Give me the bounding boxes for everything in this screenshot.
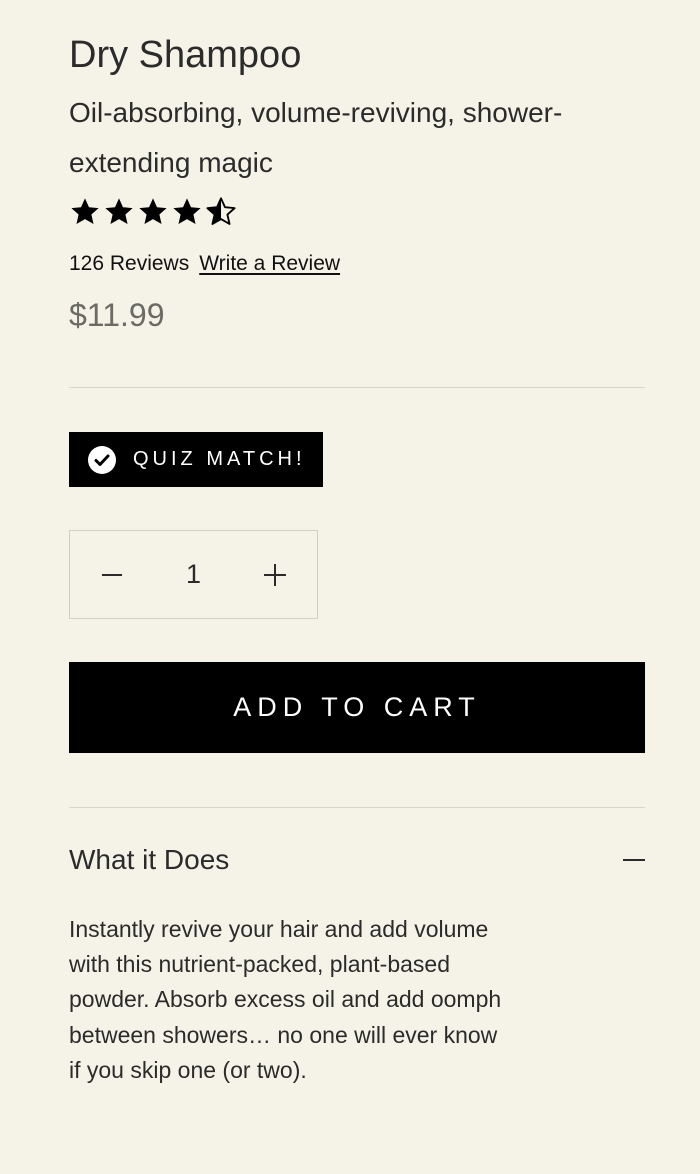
star-half-icon	[206, 197, 236, 225]
rating-stars[interactable]	[69, 196, 237, 228]
quantity-stepper: 1	[69, 530, 318, 619]
plus-icon	[264, 563, 286, 586]
reviews-row: 126 Reviews Write a Review	[69, 250, 340, 278]
product-price: $11.99	[69, 297, 165, 333]
accordion-title: What it Does	[69, 844, 230, 875]
product-subtitle: Oil-absorbing, volume-reviving, shower-e…	[69, 97, 563, 178]
quiz-match-badge: QUIZ MATCH!	[69, 432, 323, 487]
minus-icon[interactable]	[623, 849, 645, 871]
write-review-link[interactable]: Write a Review	[199, 252, 340, 276]
add-to-cart-button[interactable]: ADD TO CART	[69, 662, 645, 753]
product-title: Dry Shampoo	[69, 34, 302, 76]
minus-icon	[102, 573, 122, 576]
decrease-quantity-button[interactable]	[70, 531, 154, 618]
accordion-body-text: Instantly revive your hair and add volum…	[69, 916, 502, 1083]
divider	[69, 807, 645, 808]
divider	[69, 387, 645, 388]
quantity-value[interactable]: 1	[154, 531, 233, 618]
review-count[interactable]: 126 Reviews	[69, 252, 189, 276]
quiz-match-label: QUIZ MATCH!	[133, 448, 306, 470]
star-full-icon	[71, 198, 99, 224]
star-full-icon	[105, 198, 133, 224]
star-full-icon	[173, 198, 201, 224]
accordion-what-it-does[interactable]: What it Does	[69, 836, 645, 884]
check-circle-icon	[88, 445, 116, 474]
increase-quantity-button[interactable]	[233, 531, 317, 618]
star-full-icon	[139, 198, 167, 224]
